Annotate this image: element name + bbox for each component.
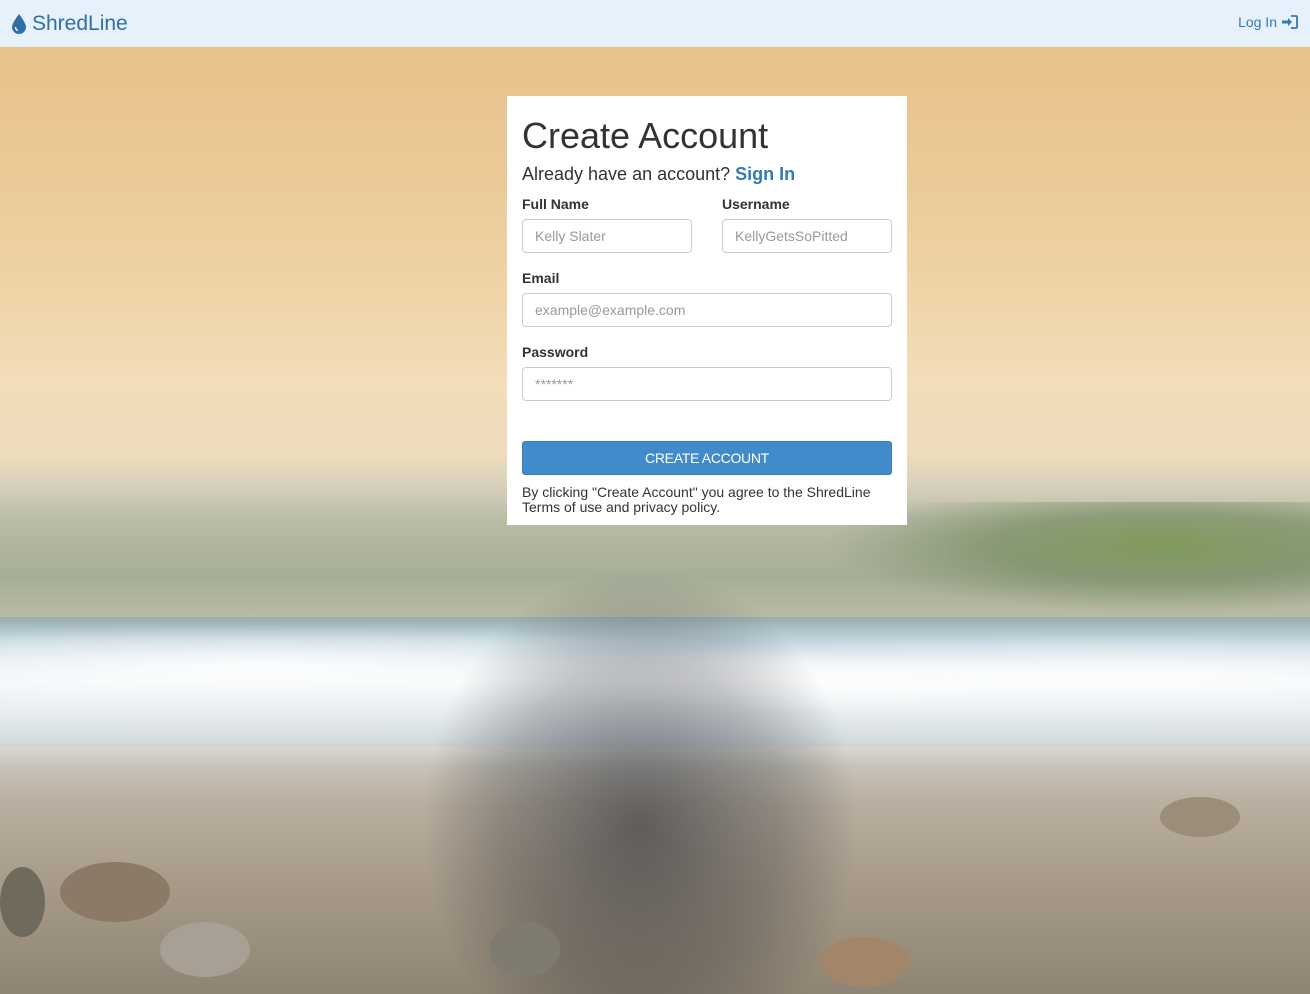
username-field[interactable] bbox=[722, 219, 892, 253]
bicycle-silhouette bbox=[420, 567, 860, 994]
beach-rock bbox=[490, 922, 560, 977]
create-account-button[interactable]: CREATE ACCOUNT bbox=[522, 441, 892, 475]
password-field[interactable] bbox=[522, 367, 892, 401]
sign-in-icon bbox=[1282, 15, 1298, 29]
email-label: Email bbox=[522, 270, 560, 286]
login-label: Log In bbox=[1238, 14, 1277, 30]
signup-card: Create Account Already have an account? … bbox=[507, 96, 907, 525]
beach-rock bbox=[820, 937, 910, 987]
signin-prompt-text: Already have an account? bbox=[522, 164, 731, 184]
brand-name: ShredLine bbox=[32, 12, 128, 35]
signin-prompt: Already have an account? Sign In bbox=[522, 162, 795, 186]
beach-rock bbox=[160, 922, 250, 977]
email-field[interactable] bbox=[522, 293, 892, 327]
brand-link[interactable]: ShredLine bbox=[12, 10, 128, 38]
full-name-field[interactable] bbox=[522, 219, 692, 253]
page-title: Create Account bbox=[522, 115, 769, 156]
beach-rock bbox=[60, 862, 170, 922]
terms-notice: By clicking "Create Account" you agree t… bbox=[522, 484, 871, 515]
beach-rock bbox=[0, 867, 45, 937]
signin-link[interactable]: Sign In bbox=[735, 164, 795, 184]
username-label: Username bbox=[722, 196, 790, 212]
beach-rock bbox=[1160, 797, 1240, 837]
navbar: ShredLine Log In bbox=[0, 0, 1310, 47]
full-name-label: Full Name bbox=[522, 196, 589, 212]
password-label: Password bbox=[522, 344, 589, 360]
login-link[interactable]: Log In bbox=[1238, 12, 1298, 32]
water-drop-icon bbox=[12, 14, 26, 34]
